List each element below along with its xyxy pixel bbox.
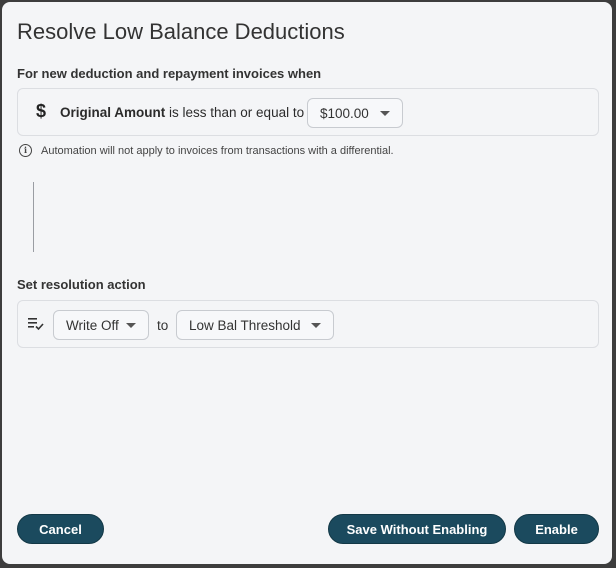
action-section-label: Set resolution action: [17, 277, 146, 292]
action-value: Write Off: [66, 317, 119, 333]
dollar-icon: $: [36, 101, 47, 121]
condition-operator: is less than or equal to: [169, 105, 305, 120]
condition-card: $ Original Amount is less than or equal …: [17, 88, 599, 136]
target-value: Low Bal Threshold: [189, 317, 301, 333]
target-dropdown[interactable]: Low Bal Threshold: [176, 310, 334, 340]
connector-line: [33, 182, 34, 252]
info-note: i Automation will not apply to invoices …: [19, 144, 394, 157]
dialog-title: Resolve Low Balance Deductions: [17, 19, 345, 44]
info-icon: i: [19, 144, 32, 157]
save-without-enabling-button[interactable]: Save Without Enabling: [328, 514, 506, 544]
info-text: Automation will not apply to invoices fr…: [41, 144, 394, 157]
chevron-down-icon: [380, 111, 390, 116]
condition-text: Original Amount is less than or equal to: [60, 105, 304, 120]
chevron-down-icon: [126, 323, 136, 328]
condition-field: Original Amount: [60, 105, 166, 120]
list-check-icon: [28, 318, 44, 331]
resolve-deductions-dialog: Resolve Low Balance Deductions For new d…: [2, 2, 612, 564]
condition-section-label: For new deduction and repayment invoices…: [17, 66, 322, 81]
chevron-down-icon: [311, 323, 321, 328]
connector-text: to: [157, 318, 169, 333]
amount-dropdown[interactable]: $100.00: [307, 98, 403, 128]
cancel-button[interactable]: Cancel: [17, 514, 104, 544]
amount-value: $100.00: [320, 105, 369, 121]
action-card: Write Off to Low Bal Threshold: [17, 300, 599, 348]
action-dropdown[interactable]: Write Off: [53, 310, 149, 340]
enable-button[interactable]: Enable: [514, 514, 599, 544]
